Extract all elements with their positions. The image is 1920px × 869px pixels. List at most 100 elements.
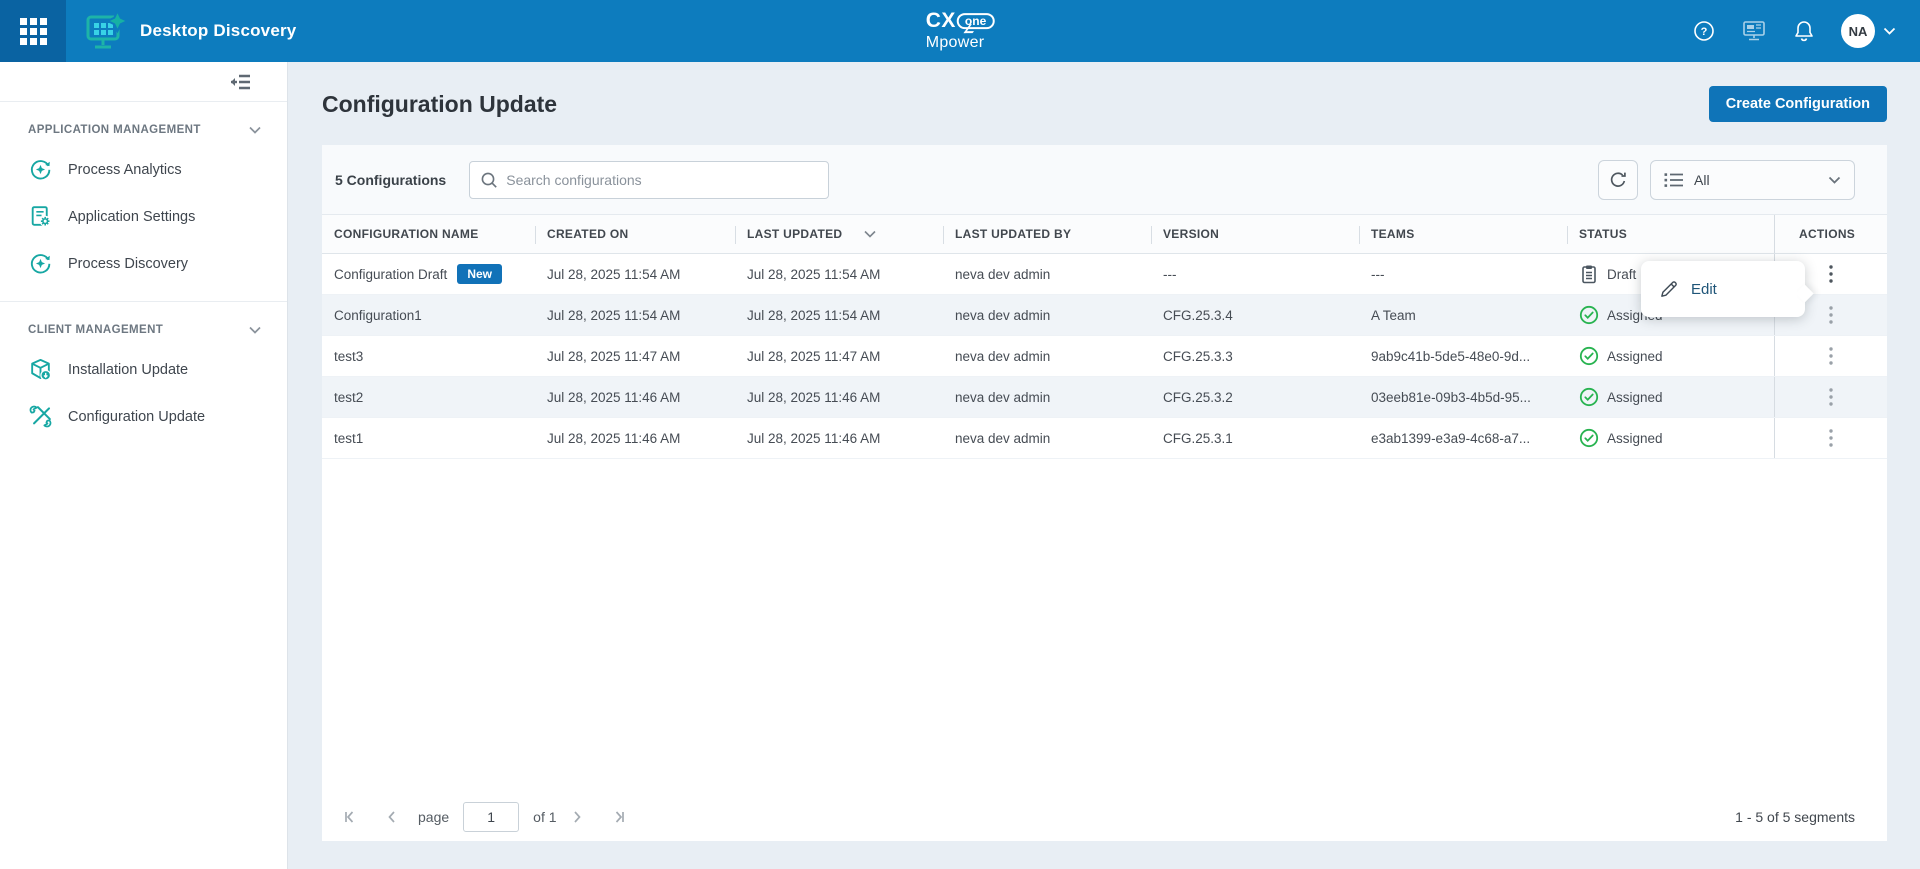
column-header-last-updated[interactable]: LAST UPDATED [735,215,943,253]
filter-dropdown[interactable]: All [1650,160,1855,200]
configurations-count: 5 Configurations [335,172,446,188]
row-actions-kebab-icon[interactable] [1822,258,1840,290]
user-menu[interactable]: NA [1841,14,1896,48]
search-box [469,161,829,199]
search-input[interactable] [506,172,818,188]
sidebar-item-process-analytics[interactable]: Process Analytics [0,146,287,193]
row-actions-kebab-icon[interactable] [1822,422,1840,454]
teams: e3ab1399-e3a9-4c68-a7... [1359,418,1567,458]
status-badge: Assigned [1607,431,1663,446]
edit-menu-item[interactable]: Edit [1691,281,1717,298]
column-header-teams[interactable]: TEAMS [1359,215,1567,253]
row-context-menu: Edit [1641,261,1805,317]
configurations-panel: 5 Configurations [322,145,1887,841]
first-page-button[interactable] [338,805,362,829]
created-on: Jul 28, 2025 11:54 AM [535,295,735,335]
new-badge: New [457,264,502,284]
teams: 9ab9c41b-5de5-48e0-9d... [1359,336,1567,376]
sidebar-item-process-discovery[interactable]: Process Discovery [0,240,287,287]
table-toolbar: 5 Configurations [322,145,1887,214]
refresh-button[interactable] [1598,160,1638,200]
version: CFG.25.3.4 [1151,295,1359,335]
previous-page-button[interactable] [380,805,404,829]
collapse-sidebar-icon[interactable] [229,72,253,92]
next-page-button[interactable] [565,805,589,829]
last-updated-by: neva dev admin [943,254,1151,294]
sidebar-collapse-row [0,62,287,102]
help-icon[interactable]: ? [1693,20,1715,42]
results-range-label: 1 - 5 of 5 segments [1735,809,1855,825]
section-application-management[interactable]: APPLICATION MANAGEMENT [0,102,287,146]
config-name: test1 [322,418,535,458]
pagination-bar: page of 1 1 - 5 of 5 segments [322,793,1887,841]
column-header-last-updated-by[interactable]: LAST UPDATED BY [943,215,1151,253]
created-on: Jul 28, 2025 11:46 AM [535,377,735,417]
column-header-status[interactable]: STATUS [1567,215,1774,253]
created-on: Jul 28, 2025 11:47 AM [535,336,735,376]
page-of-label: of 1 [533,809,556,825]
table-row: test1 Jul 28, 2025 11:46 AM Jul 28, 2025… [322,418,1887,459]
sidebar-item-installation-update[interactable]: Installation Update [0,346,287,393]
sidebar: APPLICATION MANAGEMENT Process Analytics [0,62,288,869]
last-updated-by: neva dev admin [943,336,1151,376]
section-client-management[interactable]: CLIENT MANAGEMENT [0,302,287,346]
assigned-check-icon [1579,346,1599,366]
top-bar: Desktop Discovery CX one Mpower ? [0,0,1920,62]
row-actions-kebab-icon[interactable] [1822,381,1840,413]
brand-cx: CX [926,10,956,32]
config-name: test3 [322,336,535,376]
row-actions-kebab-icon[interactable] [1822,299,1840,331]
sort-descending-icon [864,230,876,238]
config-name: Configuration1 [322,295,535,335]
last-updated-by: neva dev admin [943,295,1151,335]
sidebar-item-label: Process Analytics [68,162,182,178]
version: CFG.25.3.2 [1151,377,1359,417]
draft-clipboard-icon [1579,264,1599,284]
sidebar-item-application-settings[interactable]: Application Settings [0,193,287,240]
cxone-mpower-logo: CX one Mpower [926,10,995,52]
page-label: page [418,809,449,825]
assigned-check-icon [1579,305,1599,325]
last-updated-by: neva dev admin [943,377,1151,417]
column-header-version[interactable]: VERSION [1151,215,1359,253]
desktop-discovery-logo-icon [82,10,128,52]
screen-share-icon[interactable] [1741,19,1767,43]
teams: A Team [1359,295,1567,335]
dropdown-chevron-icon [1828,176,1841,185]
svg-text:?: ? [1701,26,1708,38]
column-header-created-on[interactable]: CREATED ON [535,215,735,253]
brand-one-bubble: one [957,13,994,30]
chevron-down-icon [249,326,261,334]
status-cell: Assigned [1567,418,1774,458]
column-header-actions: ACTIONS [1774,215,1887,253]
avatar: NA [1841,14,1875,48]
waffle-icon [20,18,47,45]
brand-mpower: Mpower [926,35,995,52]
notifications-bell-icon[interactable] [1793,19,1815,43]
topbar-actions: ? NA [1693,14,1920,48]
sidebar-item-configuration-update[interactable]: Configuration Update [0,393,287,440]
user-menu-chevron-icon [1883,27,1896,36]
teams: --- [1359,254,1567,294]
row-actions-kebab-icon[interactable] [1822,340,1840,372]
assigned-check-icon [1579,428,1599,448]
last-updated: Jul 28, 2025 11:47 AM [735,336,943,376]
create-configuration-button[interactable]: Create Configuration [1709,86,1887,122]
page-number-input[interactable] [463,802,519,832]
list-filter-icon [1664,172,1684,188]
main-content: Configuration Update Create Configuratio… [288,62,1920,869]
sidebar-item-label: Installation Update [68,362,188,378]
app-title: Desktop Discovery [140,21,296,41]
app-launcher-button[interactable] [0,0,66,62]
teams: 03eeb81e-09b3-4b5d-95... [1359,377,1567,417]
process-discovery-icon [28,251,53,276]
column-header-configuration-name[interactable]: CONFIGURATION NAME [322,215,535,253]
filter-value: All [1694,172,1710,188]
section-label: APPLICATION MANAGEMENT [28,124,201,136]
configuration-update-icon [28,404,53,429]
status-cell: Assigned [1567,336,1774,376]
version: CFG.25.3.3 [1151,336,1359,376]
chevron-down-icon [249,126,261,134]
last-page-button[interactable] [607,805,631,829]
last-updated: Jul 28, 2025 11:46 AM [735,377,943,417]
